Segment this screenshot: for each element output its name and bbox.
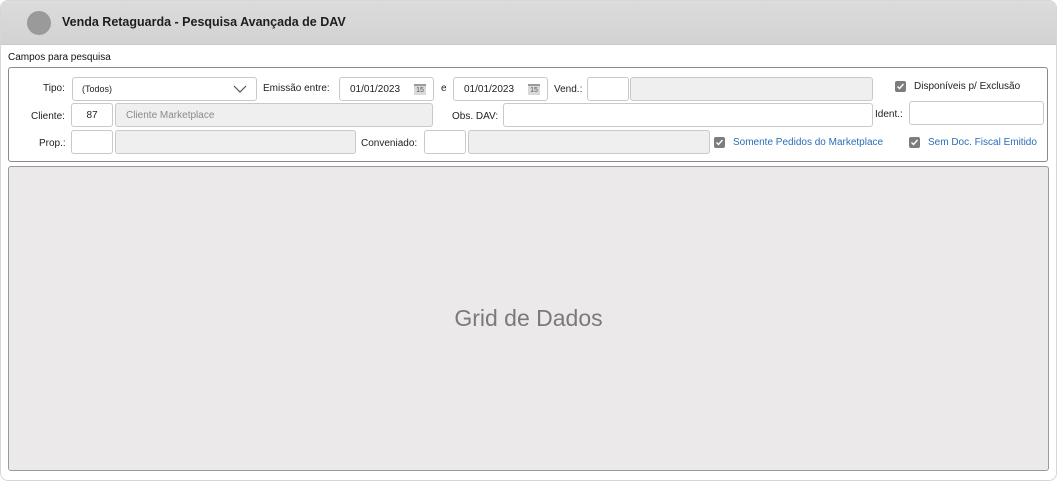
- search-fields-label: Campos para pesquisa: [8, 52, 111, 63]
- conveniado-code-input[interactable]: [424, 130, 466, 154]
- ident-label: Ident.:: [875, 109, 903, 120]
- somente-marketplace-label[interactable]: Somente Pedidos do Marketplace: [733, 137, 883, 148]
- ident-input[interactable]: [909, 101, 1044, 125]
- vend-name-field: [630, 77, 873, 101]
- search-fields-group: Tipo: (Todos) Emissão entre: 01/01/2023 …: [8, 67, 1048, 162]
- disponiveis-label[interactable]: Disponíveis p/ Exclusão: [914, 81, 1020, 92]
- app-window: Venda Retaguarda - Pesquisa Avançada de …: [0, 0, 1057, 481]
- check-icon: [911, 139, 919, 146]
- emissao-end-value: 01/01/2023: [464, 83, 515, 95]
- cliente-code-input[interactable]: 87: [71, 103, 113, 127]
- prop-code-input[interactable]: [71, 130, 113, 154]
- check-icon: [716, 139, 724, 146]
- tipo-label: Tipo:: [43, 83, 65, 94]
- title-bar: Venda Retaguarda - Pesquisa Avançada de …: [1, 1, 1056, 45]
- sem-doc-fiscal-label[interactable]: Sem Doc. Fiscal Emitido: [928, 137, 1037, 148]
- app-icon: [27, 11, 51, 35]
- grid-placeholder: Grid de Dados: [454, 305, 603, 331]
- emissao-separator: e: [441, 83, 447, 94]
- somente-marketplace-checkbox[interactable]: [714, 137, 725, 148]
- calendar-icon[interactable]: 15: [528, 84, 540, 95]
- disponiveis-checkbox[interactable]: [895, 81, 906, 92]
- emissao-start-value: 01/01/2023: [350, 83, 401, 95]
- window-title: Venda Retaguarda - Pesquisa Avançada de …: [62, 15, 346, 29]
- check-icon: [897, 83, 905, 90]
- obs-dav-label: Obs. DAV:: [452, 111, 499, 122]
- conveniado-name-field: [468, 130, 710, 154]
- vend-label: Vend.:: [554, 84, 583, 95]
- vend-code-input[interactable]: [587, 77, 629, 101]
- conveniado-label: Conveniado:: [361, 138, 418, 149]
- emissao-label: Emissão entre:: [263, 83, 330, 94]
- calendar-icon[interactable]: 15: [414, 84, 426, 95]
- emissao-end-date[interactable]: 01/01/2023 15: [453, 77, 548, 101]
- obs-dav-input[interactable]: [503, 103, 873, 127]
- cliente-label: Cliente:: [31, 111, 65, 122]
- tipo-select-value: (Todos): [82, 84, 113, 94]
- cliente-name-field: Cliente Marketplace: [115, 103, 433, 127]
- data-grid[interactable]: Grid de Dados: [8, 166, 1049, 471]
- tipo-select[interactable]: (Todos): [72, 77, 257, 101]
- sem-doc-fiscal-checkbox[interactable]: [909, 137, 920, 148]
- chevron-down-icon: [233, 85, 247, 93]
- emissao-start-date[interactable]: 01/01/2023 15: [339, 77, 434, 101]
- prop-name-field: [115, 130, 356, 154]
- prop-label: Prop.:: [39, 138, 66, 149]
